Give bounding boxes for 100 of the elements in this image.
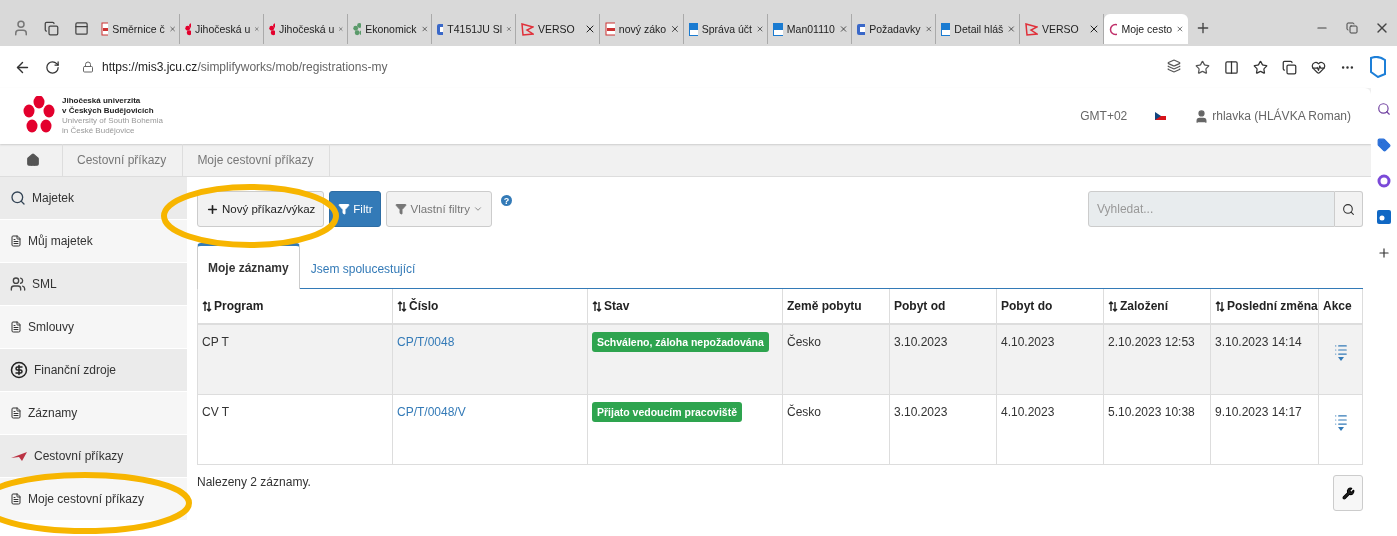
- lock-icon: [82, 61, 94, 73]
- collections-icon[interactable]: [1282, 59, 1297, 75]
- bbm-icon: [941, 22, 951, 36]
- status-badge: Schváleno, záloha nepožadována: [592, 332, 769, 352]
- sort-icon[interactable]: [202, 300, 212, 312]
- sidebar-item[interactable]: Můj majetek: [0, 220, 187, 263]
- dollar-icon: [10, 361, 28, 379]
- close-icon[interactable]: [1088, 23, 1100, 35]
- record-link[interactable]: CP/T/0048: [397, 335, 455, 349]
- caret-icon: [472, 204, 483, 214]
- browser-tab[interactable]: Jihočeská u: [180, 14, 264, 44]
- search-icon[interactable]: [1377, 102, 1391, 116]
- tag-icon[interactable]: [1377, 138, 1391, 152]
- reload-icon[interactable]: [45, 59, 60, 75]
- new-order-button[interactable]: Nový příkaz/výkaz: [197, 191, 325, 227]
- table-cell: CV T: [198, 395, 393, 465]
- sidebar-item[interactable]: Finanční zdroje: [0, 349, 187, 392]
- browser-tab[interactable]: T4151JU Sl: [432, 14, 516, 44]
- list-icon: [1333, 343, 1348, 357]
- record-count: Nalezeny 2 záznamy.: [197, 475, 311, 489]
- sort-icon[interactable]: [1215, 300, 1225, 312]
- flower-icon: [353, 22, 362, 36]
- file-icon: [10, 493, 22, 505]
- favorite-icon[interactable]: [1195, 59, 1210, 75]
- browser-tab[interactable]: nový záko: [600, 14, 684, 44]
- sidebar-item[interactable]: Cestovní příkazy: [0, 435, 187, 478]
- browser-tab[interactable]: Správa účt: [684, 14, 768, 44]
- browser-tab[interactable]: Moje cesto: [1104, 14, 1188, 44]
- list-icon: [1333, 413, 1348, 427]
- ring-icon: [1109, 22, 1118, 36]
- sidebar-item[interactable]: Záznamy: [0, 392, 187, 435]
- add-icon[interactable]: [1377, 246, 1391, 260]
- flag-icon: [521, 22, 534, 36]
- table-cell: Česko: [783, 325, 890, 395]
- search-icon: [1342, 202, 1355, 216]
- sidebar-item[interactable]: SML: [0, 263, 187, 306]
- table-cell: 9.10.2023 14:17: [1211, 395, 1319, 465]
- record-link[interactable]: CP/T/0048/V: [397, 405, 466, 419]
- table-cell: CP T: [198, 325, 393, 395]
- filter-button[interactable]: Filtr: [329, 191, 382, 227]
- close-icon[interactable]: [670, 23, 680, 35]
- browser-tab[interactable]: Ekonomick: [348, 14, 432, 44]
- split-screen-icon[interactable]: [1224, 59, 1239, 75]
- table-cell: 4.10.2023: [997, 395, 1104, 465]
- sidebar-item[interactable]: Majetek: [0, 177, 187, 220]
- search-field[interactable]: Vyhledat...: [1088, 191, 1335, 227]
- pdf-file-icon: [101, 22, 109, 36]
- browser-tab[interactable]: Požadavky: [852, 14, 936, 44]
- tab[interactable]: Moje záznamy: [197, 243, 300, 289]
- bbm-icon: [689, 22, 698, 36]
- caret-icon: [1337, 357, 1344, 362]
- help-icon[interactable]: ?: [500, 195, 512, 206]
- status-badge: Přijato vedoucím pracoviště: [592, 402, 743, 422]
- table-cell: 3.10.2023 14:14: [1211, 325, 1319, 395]
- filter-icon: [338, 203, 351, 215]
- health-icon[interactable]: [1311, 59, 1326, 75]
- flower-icon: [269, 22, 275, 36]
- browser-tab[interactable]: Man01110: [768, 14, 852, 44]
- user-name[interactable]: rhlavka (HLÁVKA Roman): [1212, 109, 1351, 123]
- browser-tab[interactable]: Detail hláš: [936, 14, 1020, 44]
- logo-text: Jihočeská univerzita v Českých Budějovicích University of South Bohemia in České Budějovice: [62, 96, 163, 136]
- search-button[interactable]: [1335, 191, 1363, 227]
- pdf-file-icon: [605, 22, 615, 36]
- breadcrumb-link[interactable]: Moje cestovní příkazy: [183, 144, 331, 176]
- sort-icon[interactable]: [397, 300, 407, 312]
- sidebar-item[interactable]: Smlouvy: [0, 306, 187, 349]
- browser-tab[interactable]: Jihočeská u: [264, 14, 348, 44]
- mail-icon[interactable]: [1377, 210, 1391, 224]
- flower-icon: [185, 22, 191, 36]
- table-cell: Česko: [783, 395, 890, 465]
- filter-icon: [395, 203, 408, 215]
- flag-icon: [1025, 22, 1038, 36]
- file-icon: [10, 321, 22, 333]
- sort-icon[interactable]: [1108, 300, 1118, 312]
- wrench-button[interactable]: [1333, 475, 1363, 511]
- table-cell: 3.10.2023: [890, 395, 997, 465]
- browser-tab[interactable]: VERSO: [516, 14, 600, 44]
- wrench-icon: [1341, 486, 1355, 500]
- bbm-icon: [773, 22, 783, 36]
- plus-icon: [206, 202, 219, 216]
- actions-menu-button[interactable]: [1333, 413, 1348, 432]
- favorites-icon[interactable]: [1253, 59, 1268, 75]
- close-icon[interactable]: [584, 23, 596, 35]
- table-cell: 4.10.2023: [997, 325, 1104, 395]
- table-cell: 2.10.2023 12:53: [1104, 325, 1211, 395]
- people-icon: [10, 276, 26, 292]
- czech-flag-icon[interactable]: [1155, 112, 1167, 120]
- custom-filters-dropdown[interactable]: Vlastní filtry: [386, 191, 492, 227]
- breadcrumb-link[interactable]: Cestovní příkazy: [63, 144, 184, 176]
- sort-icon[interactable]: [592, 300, 602, 312]
- actions-menu-button[interactable]: [1333, 343, 1348, 362]
- file-icon: [10, 407, 22, 419]
- caret-icon: [1337, 427, 1344, 432]
- table-cell: 3.10.2023: [890, 325, 997, 395]
- timezone-label: GMT+02: [1080, 109, 1128, 123]
- copilot-icon[interactable]: [1377, 174, 1391, 188]
- file-icon: [10, 235, 22, 247]
- document-icon: [857, 22, 866, 36]
- browser-tab[interactable]: Směrnice č: [96, 14, 180, 44]
- table-cell: 5.10.2023 10:38: [1104, 395, 1211, 465]
